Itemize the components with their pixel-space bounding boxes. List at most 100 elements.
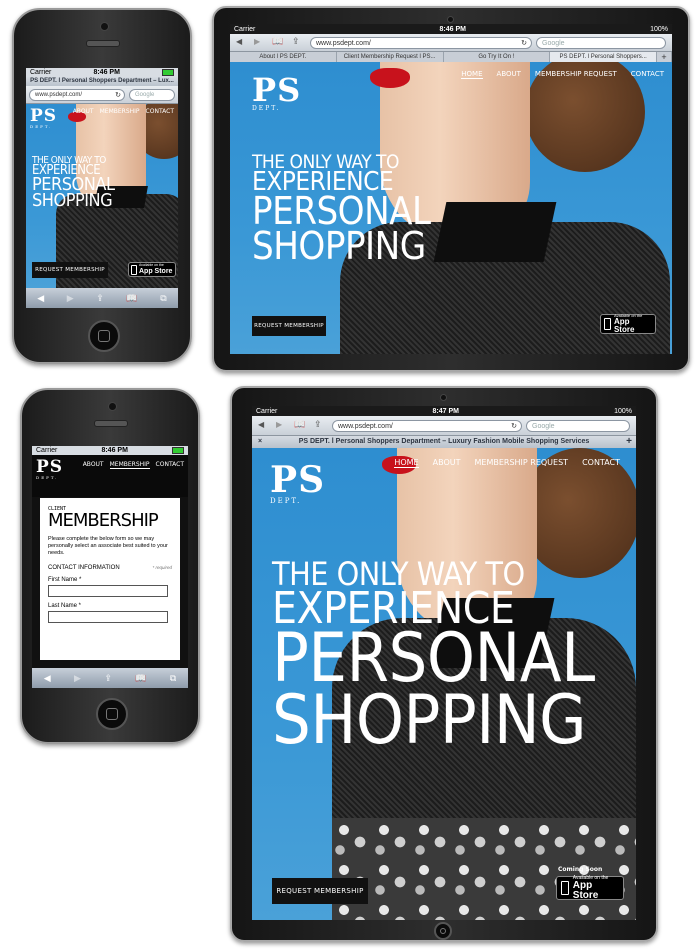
phone-icon	[604, 318, 611, 330]
main-nav: ABOUT MEMBERSHIP CONTACT	[73, 108, 174, 115]
nav-home[interactable]: HOME	[394, 458, 419, 468]
reload-icon[interactable]: ↻	[115, 91, 121, 99]
page-title-bar: × PS DEPT. l Personal Shoppers Departmen…	[252, 436, 636, 448]
front-camera	[100, 22, 109, 31]
app-store-badge[interactable]: Available on the App Store	[556, 875, 624, 900]
tab-membership-request[interactable]: Client Membership Request l PS...	[336, 52, 444, 62]
site-logo[interactable]: PS DEPT.	[36, 459, 63, 480]
reload-icon[interactable]: ↻	[521, 39, 527, 47]
nav-contact[interactable]: CONTACT	[146, 108, 174, 115]
back-arrow-icon[interactable]: ◀	[236, 37, 242, 46]
back-arrow-icon[interactable]: ◀	[44, 673, 51, 684]
hero-headline: THE ONLY WAY TO EXPERIENCE PERSONAL SHOP…	[272, 555, 595, 760]
url-input[interactable]: www.psdept.com/↻	[332, 420, 522, 432]
nav-contact[interactable]: CONTACT	[582, 458, 620, 468]
address-bar: ◀ ▶ 📖 ⇪ www.psdept.com/↻ Google	[230, 34, 672, 52]
tab-psdept[interactable]: PS DEPT. l Personal Shoppers...	[550, 52, 657, 62]
browser-toolbar: ◀ ▶ ⇪ 📖 ⧉	[26, 288, 178, 308]
battery-label: 100%	[614, 407, 632, 415]
nav-contact[interactable]: CONTACT	[631, 70, 664, 79]
nav-contact[interactable]: CONTACT	[156, 461, 184, 469]
share-icon[interactable]: ⇪	[292, 36, 300, 47]
first-name-field[interactable]	[48, 585, 168, 598]
earpiece-speaker	[94, 420, 128, 427]
back-arrow-icon[interactable]: ◀	[258, 420, 264, 429]
membership-intro: Please complete the below form so we may…	[48, 536, 168, 557]
address-bar: www.psdept.com/↻ Google	[26, 86, 178, 104]
iphone-screen-membership: Carrier 8:46 PM PS DEPT. ABOUT MEMBERSHI…	[32, 446, 188, 688]
clock: 8:47 PM	[432, 407, 459, 415]
carrier-label: Carrier	[234, 25, 256, 33]
address-bar: ◀ ▶ 📖 ⇪ www.psdept.com/↻ Google	[252, 416, 636, 436]
ipad-device-portrait: Carrier 8:47 PM 100% ◀ ▶ 📖 ⇪ www.psdept.…	[230, 386, 658, 942]
iphone-device-membership: Carrier 8:46 PM PS DEPT. ABOUT MEMBERSHI…	[20, 388, 200, 744]
back-arrow-icon[interactable]: ◀	[37, 293, 44, 304]
carrier-label: Carrier	[36, 447, 58, 454]
app-store-badge[interactable]: Available on the App Store	[600, 314, 656, 334]
forward-arrow-icon[interactable]: ▶	[67, 293, 74, 304]
home-button[interactable]	[96, 698, 128, 730]
close-tab-icon[interactable]: ×	[258, 436, 262, 448]
forward-arrow-icon[interactable]: ▶	[276, 420, 282, 429]
nav-membership-request[interactable]: MEMBERSHIP REQUEST	[535, 70, 617, 79]
request-membership-button[interactable]: REQUEST MEMBERSHIP	[252, 316, 326, 336]
nav-membership[interactable]: MEMBERSHIP	[109, 461, 150, 469]
main-nav: ABOUT MEMBERSHIP CONTACT	[83, 461, 184, 469]
forward-arrow-icon[interactable]: ▶	[74, 673, 81, 684]
carrier-label: Carrier	[30, 69, 52, 76]
last-name-field[interactable]	[48, 611, 168, 624]
site-header: PS DEPT. ABOUT MEMBERSHIP CONTACT	[32, 455, 188, 497]
reload-icon[interactable]: ↻	[511, 422, 517, 430]
membership-title: MEMBERSHIP	[48, 510, 159, 531]
home-button[interactable]	[88, 320, 120, 352]
search-input[interactable]: Google	[536, 37, 666, 49]
request-membership-button[interactable]: REQUEST MEMBERSHIP	[272, 878, 368, 904]
nav-membership[interactable]: MEMBERSHIP	[100, 108, 140, 115]
bookmarks-icon[interactable]: 📖	[135, 673, 146, 684]
tab-about[interactable]: About l PS DEPT.	[230, 52, 337, 62]
bookmarks-icon[interactable]: 📖	[294, 419, 305, 430]
status-bar: Carrier 8:46 PM 100%	[230, 24, 672, 34]
carrier-label: Carrier	[256, 407, 278, 415]
hero-headline: THE ONLY WAY TO EXPERIENCE PERSONAL SHOP…	[252, 151, 431, 268]
clock: 8:46 PM	[93, 69, 120, 76]
last-name-label: Last Name *	[48, 603, 82, 610]
new-tab-button[interactable]: +	[626, 436, 632, 448]
share-icon[interactable]: ⇪	[104, 673, 112, 684]
forward-arrow-icon[interactable]: ▶	[254, 37, 260, 46]
home-button[interactable]	[434, 922, 452, 940]
share-icon[interactable]: ⇪	[314, 419, 322, 430]
bookmarks-icon[interactable]: 📖	[272, 36, 283, 47]
status-bar: Carrier 8:46 PM	[32, 446, 188, 455]
battery-icon	[171, 447, 184, 454]
iphone-device-top: Carrier 8:46 PM PS DEPT. l Personal Shop…	[12, 8, 192, 364]
clock: 8:46 PM	[101, 447, 128, 454]
status-bar: Carrier 8:47 PM 100%	[252, 406, 636, 416]
url-input[interactable]: www.psdept.com/↻	[29, 89, 125, 101]
site-logo[interactable]: PS DEPT.	[30, 108, 57, 129]
url-input[interactable]: www.psdept.com/↻	[310, 37, 532, 49]
nav-about[interactable]: ABOUT	[433, 458, 461, 468]
nav-about[interactable]: ABOUT	[73, 108, 94, 115]
nav-about[interactable]: ABOUT	[497, 70, 521, 79]
new-tab-button[interactable]: +	[657, 52, 672, 62]
app-store-badge[interactable]: Available on the App Store	[128, 262, 176, 277]
nav-home[interactable]: HOME	[461, 70, 483, 79]
tabs-icon[interactable]: ⧉	[160, 293, 166, 304]
hero-photo: PS DEPT. HOME ABOUT MEMBERSHIP REQUEST C…	[230, 62, 672, 354]
request-membership-button[interactable]: REQUEST MEMBERSHIP	[32, 262, 108, 278]
main-nav: HOME ABOUT MEMBERSHIP REQUEST CONTACT	[461, 70, 664, 79]
bookmarks-icon[interactable]: 📖	[126, 293, 137, 304]
nav-membership-request[interactable]: MEMBERSHIP REQUEST	[474, 458, 568, 468]
site-logo[interactable]: PS DEPT.	[252, 74, 301, 112]
shirt-collar	[433, 202, 557, 262]
nav-about[interactable]: ABOUT	[83, 461, 104, 469]
share-icon[interactable]: ⇪	[96, 293, 104, 304]
required-note: * required	[152, 565, 172, 571]
search-input[interactable]: Google	[526, 420, 630, 432]
site-logo[interactable]: PS DEPT.	[270, 462, 325, 505]
red-lips	[370, 68, 410, 88]
tabs-icon[interactable]: ⧉	[170, 673, 176, 684]
tab-try-it-on[interactable]: Go Try It On !	[443, 52, 551, 62]
search-input[interactable]: Google	[129, 89, 175, 101]
